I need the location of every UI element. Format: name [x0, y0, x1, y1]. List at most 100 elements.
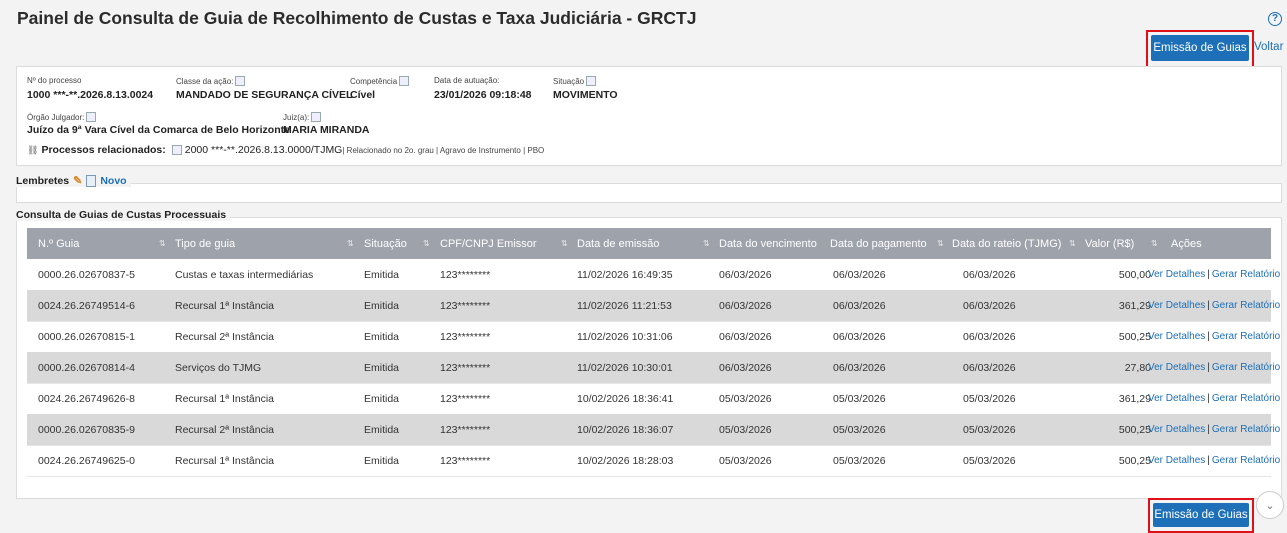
process-number-value: 1000 ***-**.2026.8.13.0024 — [27, 89, 154, 101]
link-chain-icon: ⛓ — [27, 144, 39, 155]
view-details-link[interactable]: Ver Detalhes — [1148, 424, 1205, 435]
cell-payment-date: 06/03/2026 — [833, 361, 886, 374]
guides-table-panel: N.º Guia ⇅ Tipo de guia ⇅ Situação ⇅ CPF… — [16, 217, 1282, 499]
view-details-link[interactable]: Ver Detalhes — [1148, 393, 1205, 404]
col-issue-date[interactable]: Data de emissão — [577, 228, 660, 259]
table-row: 0000.26.02670835-9 Recursal 2ª Instância E… — [27, 414, 1280, 446]
filing-date-value: 23/01/2026 09:18:48 — [434, 89, 532, 101]
separator: | — [1207, 393, 1210, 404]
generate-report-link[interactable]: Gerar Relatório — [1212, 300, 1280, 311]
col-due-date[interactable]: Data do vencimento — [719, 228, 817, 259]
info-icon[interactable] — [86, 112, 97, 122]
generate-report-link[interactable]: Gerar Relatório — [1212, 455, 1280, 466]
reminders-header: Lembretes ✎ Novo — [16, 174, 131, 187]
cell-payment-date: 06/03/2026 — [833, 330, 886, 343]
scroll-down-icon[interactable]: ⌄ — [1256, 491, 1284, 519]
cell-guide-type: Recursal 1ª Instância — [175, 392, 275, 405]
status-label: Situação — [553, 76, 597, 86]
new-document-icon[interactable] — [86, 174, 97, 187]
col-guide-type[interactable]: Tipo de guia — [175, 228, 235, 259]
emit-guides-button-top[interactable]: Emissão de Guias — [1151, 35, 1249, 61]
cell-guide-number: 0000.26.02670835-9 — [38, 423, 135, 436]
generate-report-link[interactable]: Gerar Relatório — [1212, 424, 1280, 435]
cell-issuer: 123******** — [440, 423, 491, 436]
emit-guides-button-bottom[interactable]: Emissão de Guias — [1153, 503, 1249, 527]
cell-issuer: 123******** — [440, 299, 491, 312]
sort-icon[interactable]: ⇅ — [1151, 228, 1158, 259]
view-details-link[interactable]: Ver Detalhes — [1148, 269, 1205, 280]
table-row: 0024.26.26749625-0 Recursal 1ª Instância E… — [27, 445, 1280, 477]
info-icon[interactable] — [311, 112, 322, 122]
generate-report-link[interactable]: Gerar Relatório — [1212, 269, 1280, 280]
judge-label: Juiz(a): — [283, 112, 322, 122]
sort-icon[interactable]: ⇅ — [937, 228, 944, 259]
action-class-label: Classe da ação: — [176, 76, 246, 86]
view-details-link[interactable]: Ver Detalhes — [1148, 455, 1205, 466]
cell-value: 500,00 — [1118, 268, 1151, 281]
table-row: 0024.26.26749626-8 Recursal 1ª Instância E… — [27, 383, 1280, 415]
col-guide-number[interactable]: N.º Guia — [38, 228, 79, 259]
cell-issue-date: 11/02/2026 11:21:53 — [577, 299, 672, 312]
separator: | — [1207, 455, 1210, 466]
sort-icon[interactable]: ⇅ — [347, 228, 354, 259]
cell-status: Emitida — [364, 454, 400, 467]
info-icon[interactable] — [399, 76, 410, 86]
table-row: 0000.26.02670814-4 Serviços do TJMG Emitid… — [27, 352, 1280, 384]
generate-report-link[interactable]: Gerar Relatório — [1212, 393, 1280, 404]
cell-issue-date: 10/02/2026 18:28:03 — [577, 454, 674, 467]
back-link[interactable]: Voltar — [1254, 41, 1283, 53]
court-label: Órgão Julgador: — [27, 112, 97, 122]
cell-status: Emitida — [364, 392, 400, 405]
cell-issuer: 123******** — [440, 392, 491, 405]
cell-guide-number: 0024.26.26749626-8 — [38, 392, 135, 405]
cell-value: 27,80 — [1124, 361, 1151, 374]
cell-due-date: 06/03/2026 — [719, 299, 772, 312]
process-info-panel: Nº do processo 1000 ***-**.2026.8.13.002… — [16, 66, 1282, 166]
generate-report-link[interactable]: Gerar Relatório — [1212, 331, 1280, 342]
filing-date-label: Data de autuação: — [434, 76, 500, 85]
info-icon[interactable] — [586, 76, 597, 86]
view-details-link[interactable]: Ver Detalhes — [1148, 362, 1205, 373]
info-icon[interactable] — [235, 76, 246, 86]
cell-allocation-date: 06/03/2026 — [963, 299, 1016, 312]
col-payment-date[interactable]: Data do pagamento — [830, 228, 927, 259]
cell-guide-type: Recursal 1ª Instância — [175, 454, 275, 467]
sort-icon[interactable]: ⇅ — [159, 228, 166, 259]
view-details-link[interactable]: Ver Detalhes — [1148, 300, 1205, 311]
related-processes-label: Processos relacionados: — [41, 144, 166, 156]
sort-icon[interactable]: ⇅ — [561, 228, 568, 259]
cell-guide-number: 0024.26.26749625-0 — [38, 454, 135, 467]
cell-payment-date: 05/03/2026 — [833, 454, 886, 467]
col-issuer[interactable]: CPF/CNPJ Emissor — [440, 228, 537, 259]
col-status[interactable]: Situação — [364, 228, 407, 259]
info-icon[interactable] — [171, 145, 182, 155]
sort-icon[interactable]: ⇅ — [703, 228, 710, 259]
col-allocation-date[interactable]: Data do rateio (TJMG) — [952, 228, 1061, 259]
judge-value: MARIA MIRANDA — [283, 124, 370, 136]
table-row: 0000.26.02670837-5 Custas e taxas interme… — [27, 259, 1280, 291]
cell-status: Emitida — [364, 423, 400, 436]
cell-guide-number: 0000.26.02670814-4 — [38, 361, 135, 374]
help-icon[interactable]: ? — [1268, 12, 1282, 26]
cell-issue-date: 10/02/2026 18:36:07 — [577, 423, 674, 436]
new-reminder-link[interactable]: Novo — [100, 175, 126, 187]
cell-allocation-date: 05/03/2026 — [963, 423, 1016, 436]
view-details-link[interactable]: Ver Detalhes — [1148, 331, 1205, 342]
sort-icon[interactable]: ⇅ — [423, 228, 430, 259]
related-process-detail: | Relacionado no 2o. grau | Agravo de In… — [342, 145, 545, 155]
cell-issuer: 123******** — [440, 454, 491, 467]
cell-issuer: 123******** — [440, 268, 491, 281]
related-process-number[interactable]: 2000 ***-**.2026.8.13.0000/TJMG — [185, 144, 343, 156]
cell-guide-type: Custas e taxas intermediárias — [175, 268, 314, 281]
row-actions: Ver Detalhes | Gerar Relatório — [1148, 321, 1280, 352]
col-value[interactable]: Valor (R$) — [1085, 228, 1134, 259]
action-class-value: MANDADO DE SEGURANÇA CÍVEL — [176, 89, 353, 101]
cell-issue-date: 10/02/2026 18:36:41 — [577, 392, 674, 405]
cell-payment-date: 06/03/2026 — [833, 299, 886, 312]
col-actions: Ações — [1171, 237, 1202, 250]
pencil-icon[interactable]: ✎ — [73, 174, 82, 187]
table-row: 0024.26.26749514-6 Recursal 1ª Instância E… — [27, 290, 1280, 322]
generate-report-link[interactable]: Gerar Relatório — [1212, 362, 1280, 373]
row-actions: Ver Detalhes | Gerar Relatório — [1148, 259, 1280, 290]
sort-icon[interactable]: ⇅ — [1069, 228, 1076, 259]
